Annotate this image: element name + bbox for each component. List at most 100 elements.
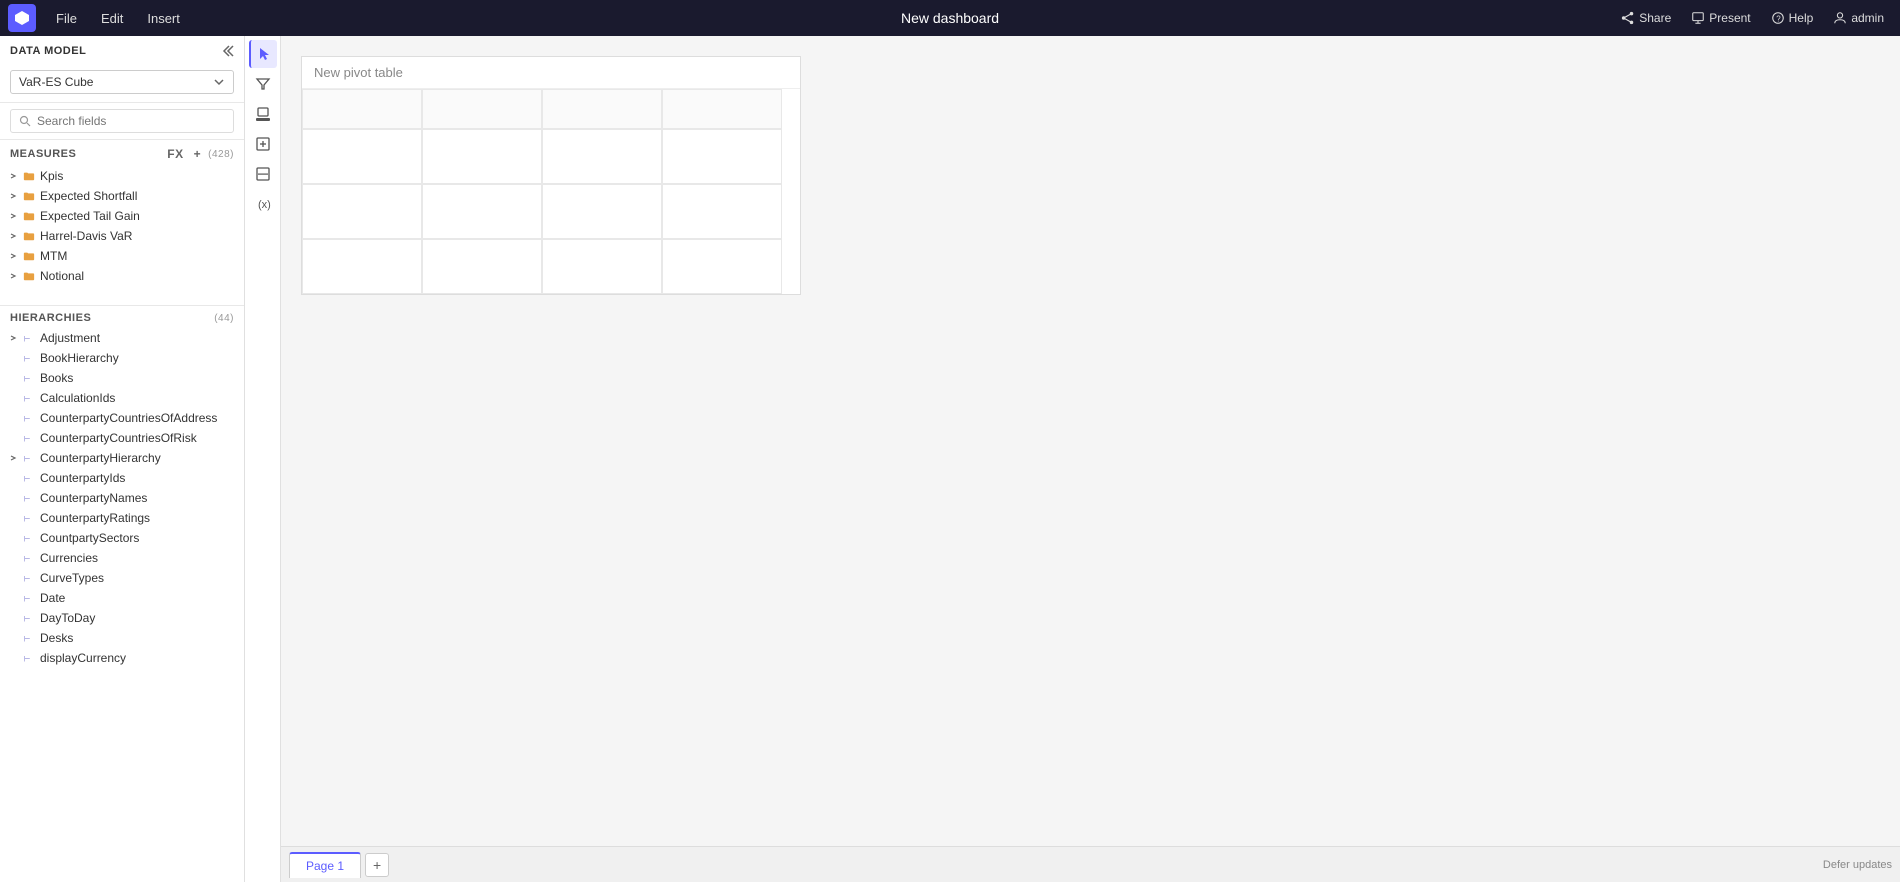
svg-text:⊢: ⊢ <box>24 554 31 563</box>
list-item[interactable]: Harrel-Davis VaR <box>0 226 244 246</box>
list-item[interactable]: Expected Shortfall <box>0 186 244 206</box>
user-button[interactable]: admin <box>1825 7 1892 29</box>
expand-arrow <box>8 533 18 543</box>
list-item[interactable]: Expected Tail Gain <box>0 206 244 226</box>
list-item[interactable]: ⊢ CountpartySectors <box>0 528 244 548</box>
hierarchy-item-label: CounterpartyHierarchy <box>40 451 234 465</box>
measures-tools: fx + (428) <box>164 146 234 162</box>
pivot-table-container[interactable]: New pivot table <box>301 56 801 295</box>
measure-item-label: Notional <box>40 269 234 283</box>
list-item[interactable]: ⊢ CurveTypes <box>0 568 244 588</box>
hierarchy-item-label: CurveTypes <box>40 571 234 585</box>
select-tool-button[interactable] <box>249 40 277 68</box>
svg-text:⊢: ⊢ <box>24 654 31 663</box>
hierarchy-item-label: CounterpartyIds <box>40 471 234 485</box>
measures-section: MEASURES fx + (428) Kpis Expected Shortf… <box>0 140 244 305</box>
fx-button[interactable]: fx <box>164 146 186 162</box>
svg-text:⊢: ⊢ <box>24 574 31 583</box>
hierarchy-icon: ⊢ <box>22 571 36 585</box>
defer-updates-label[interactable]: Defer updates <box>1823 859 1892 871</box>
pivot-cell <box>302 184 422 239</box>
sidebar-collapse-button[interactable] <box>220 44 234 58</box>
filter-tool-button[interactable] <box>249 70 277 98</box>
app-logo[interactable] <box>8 4 36 32</box>
add-page-button[interactable]: + <box>365 853 389 877</box>
folder-icon <box>22 209 36 223</box>
list-item[interactable]: ⊢ CounterpartyNames <box>0 488 244 508</box>
list-item[interactable]: ⊢ CounterpartyIds <box>0 468 244 488</box>
measures-title: MEASURES <box>10 148 76 160</box>
hierarchy-item-label: CounterpartyRatings <box>40 511 234 525</box>
measure-item-label: Harrel-Davis VaR <box>40 229 234 243</box>
list-item[interactable]: ⊢ Currencies <box>0 548 244 568</box>
svg-text:⊢: ⊢ <box>24 414 31 423</box>
expand-arrow <box>8 191 18 201</box>
sidebar-header: DATA MODEL <box>0 36 244 66</box>
expand-arrow <box>8 171 18 181</box>
help-label: Help <box>1789 11 1814 25</box>
share-button[interactable]: Share <box>1613 7 1679 29</box>
present-button[interactable]: Present <box>1683 7 1758 29</box>
expand-tool-button[interactable] <box>249 130 277 158</box>
data-model-dropdown[interactable]: VaR-ES Cube <box>10 70 234 94</box>
menu-file[interactable]: File <box>44 7 89 30</box>
hierarchy-icon: ⊢ <box>22 371 36 385</box>
pivot-cell <box>422 184 542 239</box>
measure-item-label: Expected Tail Gain <box>40 209 234 223</box>
list-item[interactable]: ⊢ CounterpartyCountriesOfRisk <box>0 428 244 448</box>
list-item[interactable]: ⊢ DayToDay <box>0 608 244 628</box>
expand-arrow <box>8 493 18 503</box>
expand-arrow <box>8 633 18 643</box>
measure-item-label: MTM <box>40 249 234 263</box>
list-item[interactable]: ⊢ Desks <box>0 628 244 648</box>
hierarchy-icon: ⊢ <box>22 611 36 625</box>
expand-arrow <box>8 473 18 483</box>
pivot-cell <box>422 129 542 184</box>
hierarchy-item-label: Books <box>40 371 234 385</box>
expand-arrow <box>8 251 18 261</box>
svg-text:⊢: ⊢ <box>24 454 31 463</box>
hierarchies-list: ⊢ Adjustment ⊢ BookHierarchy ⊢ Books ⊢ C… <box>0 328 244 882</box>
paint-tool-button[interactable] <box>249 100 277 128</box>
menu-insert[interactable]: Insert <box>135 7 192 30</box>
menu-bar: File Edit Insert New dashboard Share Pre… <box>0 0 1900 36</box>
hierarchy-item-label: CountpartySectors <box>40 531 234 545</box>
list-item[interactable]: MTM <box>0 246 244 266</box>
hierarchy-item-label: CalculationIds <box>40 391 234 405</box>
help-button[interactable]: ? Help <box>1763 7 1822 29</box>
folder-icon <box>22 229 36 243</box>
hierarchy-icon: ⊢ <box>22 471 36 485</box>
canvas-area: New pivot table <box>281 36 1900 882</box>
list-item[interactable]: ⊢ CounterpartyCountriesOfAddress <box>0 408 244 428</box>
list-item[interactable]: ⊢ CounterpartyRatings <box>0 508 244 528</box>
list-item[interactable]: Notional <box>0 266 244 286</box>
pivot-cell <box>302 129 422 184</box>
vertical-toolbar: (x) <box>245 36 281 882</box>
menu-edit[interactable]: Edit <box>89 7 135 30</box>
page-tab-1[interactable]: Page 1 <box>289 852 361 878</box>
hierarchy-item-label: Desks <box>40 631 234 645</box>
measures-count: (428) <box>208 149 234 160</box>
list-item[interactable]: ⊢ Date <box>0 588 244 608</box>
list-item[interactable]: ⊢ displayCurrency <box>0 648 244 668</box>
list-item[interactable]: ⊢ CalculationIds <box>0 388 244 408</box>
list-item[interactable]: Kpis <box>0 166 244 186</box>
data-model-label: VaR-ES Cube <box>19 75 93 89</box>
hierarchies-title: HIERARCHIES <box>10 312 91 324</box>
search-input[interactable] <box>37 114 225 128</box>
menu-right: Share Present ? Help admin <box>1613 7 1892 29</box>
svg-text:⊢: ⊢ <box>24 474 31 483</box>
expand-arrow <box>8 653 18 663</box>
expand-arrow <box>8 271 18 281</box>
list-item[interactable]: ⊢ BookHierarchy <box>0 348 244 368</box>
hierarchy-item-label: CounterpartyCountriesOfAddress <box>40 411 234 425</box>
list-item[interactable]: ⊢ CounterpartyHierarchy <box>0 448 244 468</box>
pivot-cell <box>542 184 662 239</box>
add-measure-button[interactable]: + <box>191 146 205 162</box>
shrink-tool-button[interactable] <box>249 160 277 188</box>
variable-tool-button[interactable]: (x) <box>249 190 277 218</box>
list-item[interactable]: ⊢ Books <box>0 368 244 388</box>
folder-icon <box>22 169 36 183</box>
list-item[interactable]: ⊢ Adjustment <box>0 328 244 348</box>
expand-arrow <box>8 453 18 463</box>
